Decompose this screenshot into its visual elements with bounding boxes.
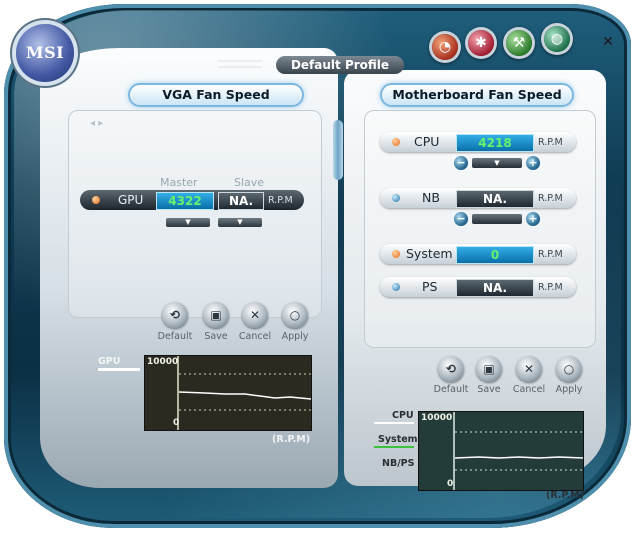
mobo-nb-unit: R.P.M [538,193,563,204]
mobo-graph-unit: (R.P.M) [546,490,585,501]
vga-box [68,110,322,318]
system-status-icon [392,250,400,258]
vga-graph-legend-line [98,368,140,371]
vga-gpu-label: GPU [118,193,144,207]
mobo-cpu-label: CPU [414,134,440,149]
mobo-system-label: System [406,246,453,261]
vga-graph-bottom: 0 [173,418,180,428]
mobo-save-label: Save [477,384,501,395]
mobo-cancel-label: Cancel [512,384,546,395]
master-label: Master [160,176,198,189]
nb-decrease-button[interactable]: − [454,212,468,226]
mobo-default-label: Default [433,384,469,395]
globe-icon[interactable]: ◍ [544,26,570,52]
mobo-graph-legend-system: System [378,434,418,445]
mobo-ps-label: PS [422,279,438,294]
vga-default-button[interactable]: ⟲ [162,302,188,328]
motherboard-fan-speed-header: Motherboard Fan Speed [382,85,572,105]
mobo-graph-bottom: 0 [447,479,454,489]
ps-status-icon [392,283,400,291]
cpu-increase-button[interactable]: + [526,156,540,170]
master-dropdown[interactable]: ▼ [166,218,210,227]
mobo-ps-value: NA. [456,279,534,297]
slave-dropdown[interactable]: ▼ [218,218,262,227]
profile-deco [218,60,262,68]
vga-fan-speed-header: VGA Fan Speed [130,85,302,105]
gpu-status-icon [92,196,100,204]
tools-icon[interactable]: ⚒ [506,30,532,56]
vga-graph-plot [177,356,311,430]
vga-cancel-button[interactable]: ✕ [242,302,268,328]
msi-logo: MSI [16,24,74,82]
vga-rpm-unit: R.P.M [268,195,293,206]
mobo-cancel-button[interactable]: ✕ [516,356,542,382]
mobo-system-unit: R.P.M [538,249,563,260]
cpu-status-icon [392,138,400,146]
vga-apply-button[interactable]: ○ [282,302,308,328]
nb-speed-select[interactable] [472,214,522,224]
mobo-graph-legend-nbps: NB/PS [382,458,415,469]
mobo-graph-legend-cpu: CPU [392,410,414,421]
vga-slave-value: NA. [218,192,264,210]
mobo-ps-unit: R.P.M [538,282,563,293]
slave-label: Slave [234,176,265,189]
mobo-cpu-value: 4218 [456,134,534,152]
vga-cancel-label: Cancel [238,331,272,342]
mobo-save-button[interactable]: ▣ [476,356,502,382]
vga-apply-label: Apply [281,331,309,342]
profile-name[interactable]: Default Profile [276,56,404,74]
vga-save-button[interactable]: ▣ [203,302,229,328]
vga-fan-graph: 10000 0 [144,355,312,431]
vga-graph-legend: GPU [98,356,121,367]
mobo-system-value: 0 [456,246,534,264]
cpu-speed-select[interactable]: ▼ [472,158,522,168]
nb-increase-button[interactable]: + [526,212,540,226]
mobo-apply-label: Apply [555,384,583,395]
mobo-nb-value: NA. [456,190,534,208]
gauge-icon[interactable]: ◔ [432,34,458,60]
nb-status-icon [392,194,400,202]
cpu-decrease-button[interactable]: − [454,156,468,170]
mobo-graph-top: 10000 [421,413,453,423]
mobo-default-button[interactable]: ⟲ [438,356,464,382]
close-icon[interactable]: ✕ [600,34,616,50]
mobo-cpu-unit: R.P.M [538,137,563,148]
mobo-apply-button[interactable]: ○ [556,356,582,382]
vga-save-label: Save [204,331,228,342]
mobo-nb-label: NB [422,190,440,205]
legend-line-system [374,446,414,448]
nav-arrows-icon: ◂ ▸ [90,118,104,129]
vga-master-value: 4322 [156,192,214,210]
vga-graph-top: 10000 [147,357,179,367]
legend-line-cpu [374,422,414,424]
mobo-fan-graph: 10000 0 [418,411,584,491]
vga-default-label: Default [157,331,193,342]
mobo-graph-plot [453,412,583,490]
fan-icon[interactable]: ✱ [468,30,494,56]
panel-divider [333,120,343,180]
vga-graph-unit: (R.P.M) [272,434,311,445]
